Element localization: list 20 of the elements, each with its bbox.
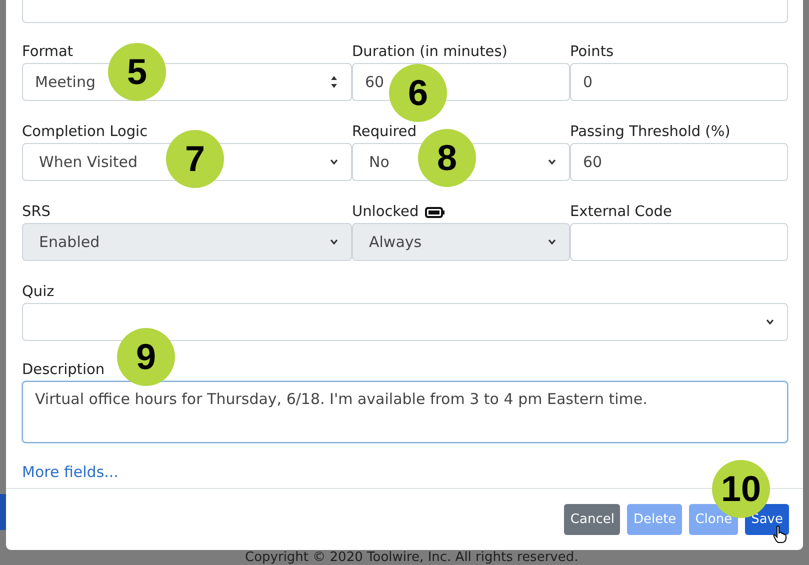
field-label: Duration (in minutes) [352,44,508,60]
field-label: Quiz [22,284,54,300]
field-label: Points [570,44,614,60]
up-down-arrows-icon [329,75,339,89]
input-field[interactable] [570,223,788,261]
field-label: Description [22,362,105,378]
input-field[interactable]: 0 [570,63,788,101]
field-label: Format [22,44,74,60]
field-label: Required [352,124,417,140]
text-area[interactable]: Virtual office hours for Thursday, 6/18. I'm available from 3 to 4 pm Eastern time. [22,381,788,443]
field-label: Completion Logic [22,124,148,140]
field-label: Passing Threshold (%) [570,124,730,140]
action-button[interactable]: Cancel [564,504,620,535]
field-label: External Code [570,204,672,220]
input-field[interactable]: 60 [570,143,788,181]
more-fields-link[interactable]: More fields... [22,463,118,481]
field-label: SRS [22,204,50,220]
copyright-text: Copyright © 2020 Toolwire, Inc. All rights reserved. [245,550,578,565]
dropdown[interactable] [22,303,788,341]
field-label: Unlocked [352,204,419,220]
